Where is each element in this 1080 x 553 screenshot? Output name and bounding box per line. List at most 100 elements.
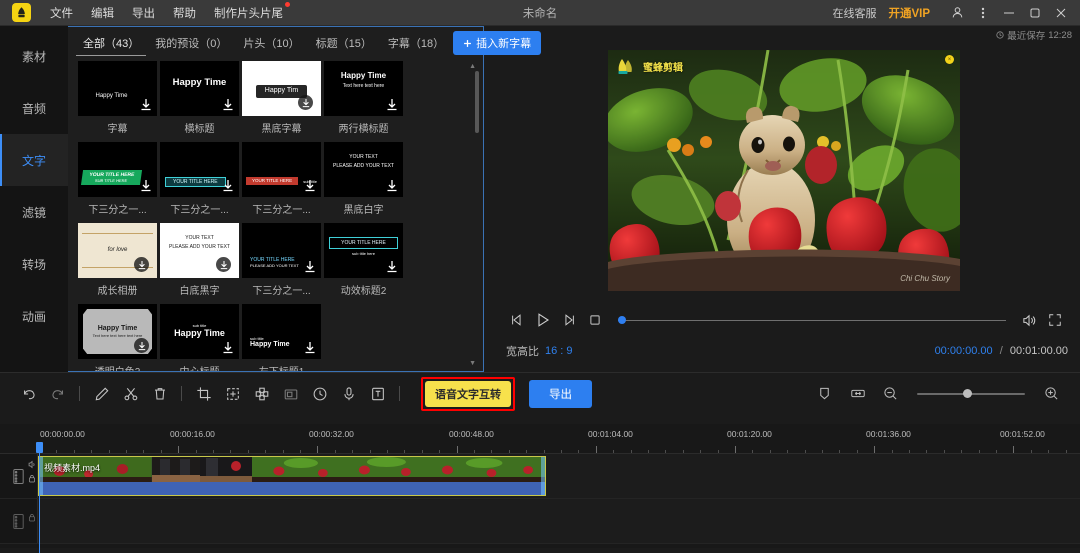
- template-card[interactable]: YOUR TITLE HERE SUB TITLE HERE 下三分之一...: [78, 142, 157, 216]
- zoom-out-button[interactable]: [876, 379, 905, 408]
- clip-trim-handle-right[interactable]: [541, 457, 545, 495]
- tab-subtitle[interactable]: 字幕（18）: [381, 31, 451, 55]
- download-icon[interactable]: [387, 180, 397, 192]
- sidebar-item-text[interactable]: 文字: [0, 134, 68, 186]
- zoom-slider-handle[interactable]: [963, 389, 972, 398]
- zoom-slider[interactable]: [917, 388, 1025, 400]
- close-button[interactable]: [1048, 0, 1074, 26]
- speech-text-convert-button[interactable]: 语音文字互转: [425, 380, 511, 407]
- template-card[interactable]: Happy Time Text here text here 两行横标题: [324, 61, 403, 135]
- mosaic-button[interactable]: [247, 379, 276, 408]
- seek-handle[interactable]: [618, 316, 626, 324]
- delete-button[interactable]: [145, 379, 174, 408]
- download-icon[interactable]: [305, 261, 315, 273]
- sidebar-item-animation[interactable]: 动画: [0, 290, 68, 342]
- fullscreen-button[interactable]: [1042, 307, 1068, 333]
- template-card[interactable]: YOUR TEXT PLEASE ADD YOUR TEXT 黑底白字: [324, 142, 403, 216]
- zoom-in-button[interactable]: [1037, 379, 1066, 408]
- download-icon[interactable]: [298, 95, 313, 110]
- video-clip[interactable]: 视频素材.mp4: [38, 456, 546, 496]
- download-icon[interactable]: [223, 180, 233, 192]
- download-icon[interactable]: [141, 180, 151, 192]
- timeline-ruler[interactable]: 00:00:00.00 00:00:16.00 00:00:32.00 00:0…: [0, 424, 1080, 553]
- download-icon[interactable]: [216, 257, 231, 272]
- scroll-up-arrow-icon[interactable]: ▲: [469, 63, 476, 70]
- insert-new-subtitle-button[interactable]: 插入新字幕: [453, 31, 542, 55]
- download-icon[interactable]: [387, 261, 397, 273]
- download-icon[interactable]: [387, 99, 397, 111]
- video-preview[interactable]: 蜜蜂剪辑 × Chi Chu Story: [608, 50, 960, 291]
- track-row[interactable]: 视频素材.mp4: [0, 454, 1080, 499]
- scroll-down-arrow-icon[interactable]: ▼: [469, 360, 476, 367]
- download-icon[interactable]: [134, 338, 149, 353]
- lock-icon[interactable]: [28, 474, 36, 483]
- scrollbar-thumb[interactable]: [475, 71, 479, 133]
- menu-item-help[interactable]: 帮助: [164, 2, 205, 24]
- export-button[interactable]: 导出: [529, 379, 592, 408]
- tab-title[interactable]: 标题（15）: [309, 31, 379, 55]
- track-content[interactable]: 视频素材.mp4: [38, 454, 1080, 498]
- template-card[interactable]: for love 成长相册: [78, 223, 157, 297]
- transform-button[interactable]: [218, 379, 247, 408]
- record-button[interactable]: [334, 379, 363, 408]
- play-button[interactable]: [530, 307, 556, 333]
- download-icon[interactable]: [223, 99, 233, 111]
- menu-item-file[interactable]: 文件: [41, 2, 82, 24]
- stop-button[interactable]: [582, 307, 608, 333]
- download-icon[interactable]: [134, 257, 149, 272]
- lock-icon[interactable]: [28, 513, 36, 522]
- menu-item-export[interactable]: 导出: [123, 2, 164, 24]
- menu-item-intro-outro[interactable]: 制作片头片尾: [205, 1, 292, 24]
- pip-button[interactable]: [276, 379, 305, 408]
- tab-my-presets[interactable]: 我的预设（0）: [148, 31, 234, 55]
- menu-item-edit[interactable]: 编辑: [82, 2, 123, 24]
- track-row[interactable]: [0, 499, 1080, 544]
- open-vip-link[interactable]: 开通VIP: [888, 5, 930, 21]
- sidebar-item-transition[interactable]: 转场: [0, 238, 68, 290]
- download-icon[interactable]: [141, 99, 151, 111]
- redo-button[interactable]: [43, 379, 72, 408]
- text-overlay-button[interactable]: [363, 379, 392, 408]
- volume-button[interactable]: [1016, 307, 1042, 333]
- aspect-ratio-value[interactable]: 16 : 9: [545, 345, 573, 357]
- edit-button[interactable]: [87, 379, 116, 408]
- template-card[interactable]: YOUR TITLE HERE 下三分之一...: [160, 142, 239, 216]
- close-watermark-button[interactable]: ×: [945, 55, 954, 64]
- template-card[interactable]: Happy Tim 黑底字幕: [242, 61, 321, 135]
- template-card[interactable]: Happy Time Text here text here text here…: [78, 304, 157, 371]
- sidebar-item-filter[interactable]: 滤镜: [0, 186, 68, 238]
- download-icon[interactable]: [305, 180, 315, 192]
- timeline[interactable]: 00:00:00.00 00:00:16.00 00:00:32.00 00:0…: [0, 424, 1080, 553]
- tab-opening[interactable]: 片头（10）: [236, 31, 306, 55]
- track-content[interactable]: [38, 499, 1080, 543]
- prev-frame-button[interactable]: [504, 307, 530, 333]
- volume-icon[interactable]: [28, 460, 37, 469]
- template-card[interactable]: YOUR TEXT PLEASE ADD YOUR TEXT 白底黑字: [160, 223, 239, 297]
- marker-button[interactable]: [810, 379, 839, 408]
- download-icon[interactable]: [305, 342, 315, 354]
- download-icon[interactable]: [223, 342, 233, 354]
- template-card[interactable]: YOUR TITLE HERE sub title 下三分之一...: [242, 142, 321, 216]
- undo-button[interactable]: [14, 379, 43, 408]
- template-card[interactable]: sub title Happy Time 中心标题: [160, 304, 239, 371]
- fit-timeline-button[interactable]: [843, 379, 872, 408]
- minimize-button[interactable]: [996, 0, 1022, 26]
- next-frame-button[interactable]: [556, 307, 582, 333]
- template-scrollbar[interactable]: ▲ ▼: [469, 63, 479, 367]
- template-card[interactable]: YOUR TITLE HERE sub title here 动效标题2: [324, 223, 403, 297]
- template-card[interactable]: Happy Time 字幕: [78, 61, 157, 135]
- more-options-icon[interactable]: [970, 0, 996, 26]
- account-icon[interactable]: [944, 0, 970, 26]
- crop-button[interactable]: [189, 379, 218, 408]
- playhead[interactable]: [36, 442, 43, 553]
- speed-button[interactable]: [305, 379, 334, 408]
- template-card[interactable]: YOUR TITLE HERE PLEASE ADD YOUR TEXT 下三分…: [242, 223, 321, 297]
- maximize-button[interactable]: [1022, 0, 1048, 26]
- split-button[interactable]: [116, 379, 145, 408]
- template-card[interactable]: Happy Time 横标题: [160, 61, 239, 135]
- template-card[interactable]: sub title Happy Time 左下标题1: [242, 304, 321, 371]
- online-support-link[interactable]: 在线客服: [832, 5, 876, 21]
- sidebar-item-audio[interactable]: 音频: [0, 82, 68, 134]
- seek-bar[interactable]: [618, 313, 1006, 327]
- tab-all[interactable]: 全部（43）: [76, 31, 147, 56]
